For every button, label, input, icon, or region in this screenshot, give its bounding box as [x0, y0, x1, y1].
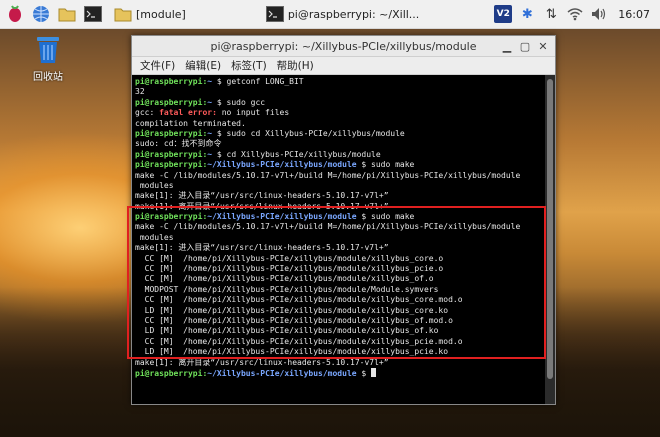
bluetooth-icon[interactable]: ✱	[518, 5, 536, 23]
highlight-box	[127, 206, 546, 359]
terminal-line: pi@raspberrypi:~ $ sudo cd Xillybus-PCIe…	[135, 129, 542, 139]
taskbar: [module] pi@raspberrypi: ~/Xill... V2 ✱ …	[0, 0, 660, 29]
taskbar-terminal-button[interactable]: pi@raspberrypi: ~/Xill...	[265, 3, 420, 25]
prompt-user: pi@raspberrypi	[135, 149, 203, 159]
window-title: pi@raspberrypi: ~/Xillybus-PCIe/xillybus…	[210, 39, 477, 53]
terminal-line: pi@raspberrypi:~/Xillybus-PCIe/xillybus/…	[135, 160, 542, 170]
text-cursor	[371, 367, 377, 377]
terminal-line: pi@raspberrypi:~ $ getconf LONG_BIT	[135, 77, 542, 87]
terminal-line: 32	[135, 87, 542, 97]
terminal-line: pi@raspberrypi:~/Xillybus-PCIe/xillybus/…	[135, 367, 542, 378]
raspberry-menu-icon[interactable]	[4, 3, 26, 25]
prompt-user: pi@raspberrypi	[135, 128, 203, 138]
taskbar-folder-label: [module]	[136, 7, 186, 21]
output-text: compilation terminated.	[135, 118, 246, 128]
terminal-line: modules	[135, 181, 542, 191]
system-tray: V2 ✱ ⇅ 16:07	[494, 0, 660, 28]
terminal-line: pi@raspberrypi:~ $ cd Xillybus-PCIe/xill…	[135, 150, 542, 160]
desktop-trash[interactable]: 回收站	[26, 34, 70, 83]
output-text: sudo: cd：找不到命令	[135, 139, 222, 149]
command-text: $ sudo cd Xillybus-PCIe/xillybus/module	[212, 128, 405, 138]
output-prefix: gcc:	[135, 108, 160, 118]
volume-icon[interactable]	[590, 5, 608, 23]
screen: [module] pi@raspberrypi: ~/Xill... V2 ✱ …	[0, 0, 660, 437]
window-titlebar[interactable]: pi@raspberrypi: ~/Xillybus-PCIe/xillybus…	[132, 36, 555, 57]
terminal-scrollbar[interactable]	[545, 75, 555, 404]
minimize-icon[interactable]: ▁	[499, 38, 515, 54]
menu-help[interactable]: 帮助(H)	[277, 58, 314, 73]
menubar: 文件(F) 编辑(E) 标签(T) 帮助(H)	[132, 57, 555, 75]
command-text: $ sudo make	[356, 160, 415, 170]
command-text: $ getconf LONG_BIT	[212, 77, 304, 86]
trash-icon	[37, 37, 59, 63]
output-text: no input files	[216, 108, 290, 118]
taskbar-terminal-label: pi@raspberrypi: ~/Xill...	[287, 7, 420, 21]
scrollbar-thumb[interactable]	[547, 79, 553, 379]
updown-arrows-icon[interactable]: ⇅	[542, 5, 560, 23]
window-controls: ▁ ▢ ✕	[497, 38, 551, 54]
terminal-line: make[1]: 进入目录“/usr/src/linux-headers-5.1…	[135, 191, 542, 201]
clock[interactable]: 16:07	[618, 8, 650, 21]
terminal-launcher-icon[interactable]	[82, 3, 104, 25]
output-text: modules	[135, 180, 174, 190]
file-manager-icon[interactable]	[56, 3, 78, 25]
terminal-line: compilation terminated.	[135, 119, 542, 129]
output-text: make -C /lib/modules/5.10.17-v7l+/build …	[135, 170, 521, 180]
prompt-user: pi@raspberrypi	[135, 368, 203, 378]
web-browser-icon[interactable]	[30, 3, 52, 25]
command-text: $ cd Xillybus-PCIe/xillybus/module	[212, 149, 381, 159]
error-text: fatal error:	[159, 108, 217, 118]
taskbar-folder-button[interactable]: [module]	[114, 3, 186, 25]
wifi-icon[interactable]	[566, 5, 584, 23]
vnc-icon[interactable]: V2	[494, 5, 513, 23]
menu-edit[interactable]: 编辑(E)	[185, 58, 221, 73]
menu-file[interactable]: 文件(F)	[140, 58, 175, 73]
terminal-line: pi@raspberrypi:~ $ sudo gcc	[135, 98, 542, 108]
terminal-line: gcc: fatal error: no input files	[135, 108, 542, 118]
output-text: make[1]: 进入目录“/usr/src/linux-headers-5.1…	[135, 191, 389, 201]
command-text: $ sudo gcc	[212, 97, 266, 107]
prompt-path: ~/Xillybus-PCIe/xillybus/module	[207, 368, 357, 378]
terminal-line: sudo: cd：找不到命令	[135, 139, 542, 149]
prompt-path: ~/Xillybus-PCIe/xillybus/module	[207, 160, 357, 170]
prompt-user: pi@raspberrypi	[135, 160, 203, 170]
close-icon[interactable]: ✕	[535, 38, 551, 54]
trash-label: 回收站	[33, 72, 63, 83]
folder-icon	[114, 8, 132, 21]
prompt-user: pi@raspberrypi	[135, 97, 203, 107]
output-text: 32	[135, 87, 145, 97]
prompt-user: pi@raspberrypi	[135, 77, 203, 86]
command-text: $	[356, 368, 372, 378]
terminal-icon	[265, 6, 284, 22]
menu-tabs[interactable]: 标签(T)	[231, 58, 267, 73]
maximize-icon[interactable]: ▢	[517, 38, 533, 54]
terminal-line: make[1]: 离开目录“/usr/src/linux-headers-5.1…	[135, 358, 542, 368]
terminal-line: make -C /lib/modules/5.10.17-v7l+/build …	[135, 171, 542, 181]
